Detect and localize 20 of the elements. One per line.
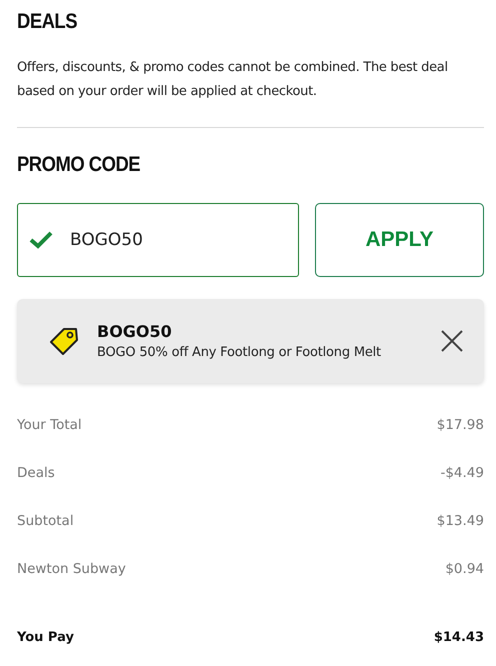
check-icon <box>29 231 53 249</box>
section-title: DEALS <box>17 10 77 34</box>
total-amount: $13.49 <box>436 513 484 529</box>
total-amount: $17.98 <box>436 417 484 433</box>
total-label: Deals <box>17 465 55 481</box>
section-title: PROMO CODE <box>17 153 140 177</box>
total-amount: $14.43 <box>434 630 484 644</box>
deals-note: Offers, discounts, & promo codes cannot be combined. The best deal based on your order will be applied at checkout. <box>17 59 449 101</box>
total-label: Your Total <box>17 417 82 433</box>
tag-icon <box>49 326 79 356</box>
total-amount: $0.94 <box>445 561 484 577</box>
close-button[interactable] <box>440 329 464 353</box>
total-amount: -$4.49 <box>440 465 484 481</box>
total-label: Subtotal <box>17 513 74 529</box>
apply-button[interactable]: APPLY <box>315 203 484 277</box>
deal-code: BOGO50 <box>97 322 173 341</box>
promo-code-field[interactable]: BOGO50 <box>17 203 299 277</box>
total-label: Newton Subway <box>17 561 126 577</box>
deal-description: BOGO 50% off Any Footlong or Footlong Melt <box>97 345 382 360</box>
total-label: You Pay <box>17 630 74 644</box>
